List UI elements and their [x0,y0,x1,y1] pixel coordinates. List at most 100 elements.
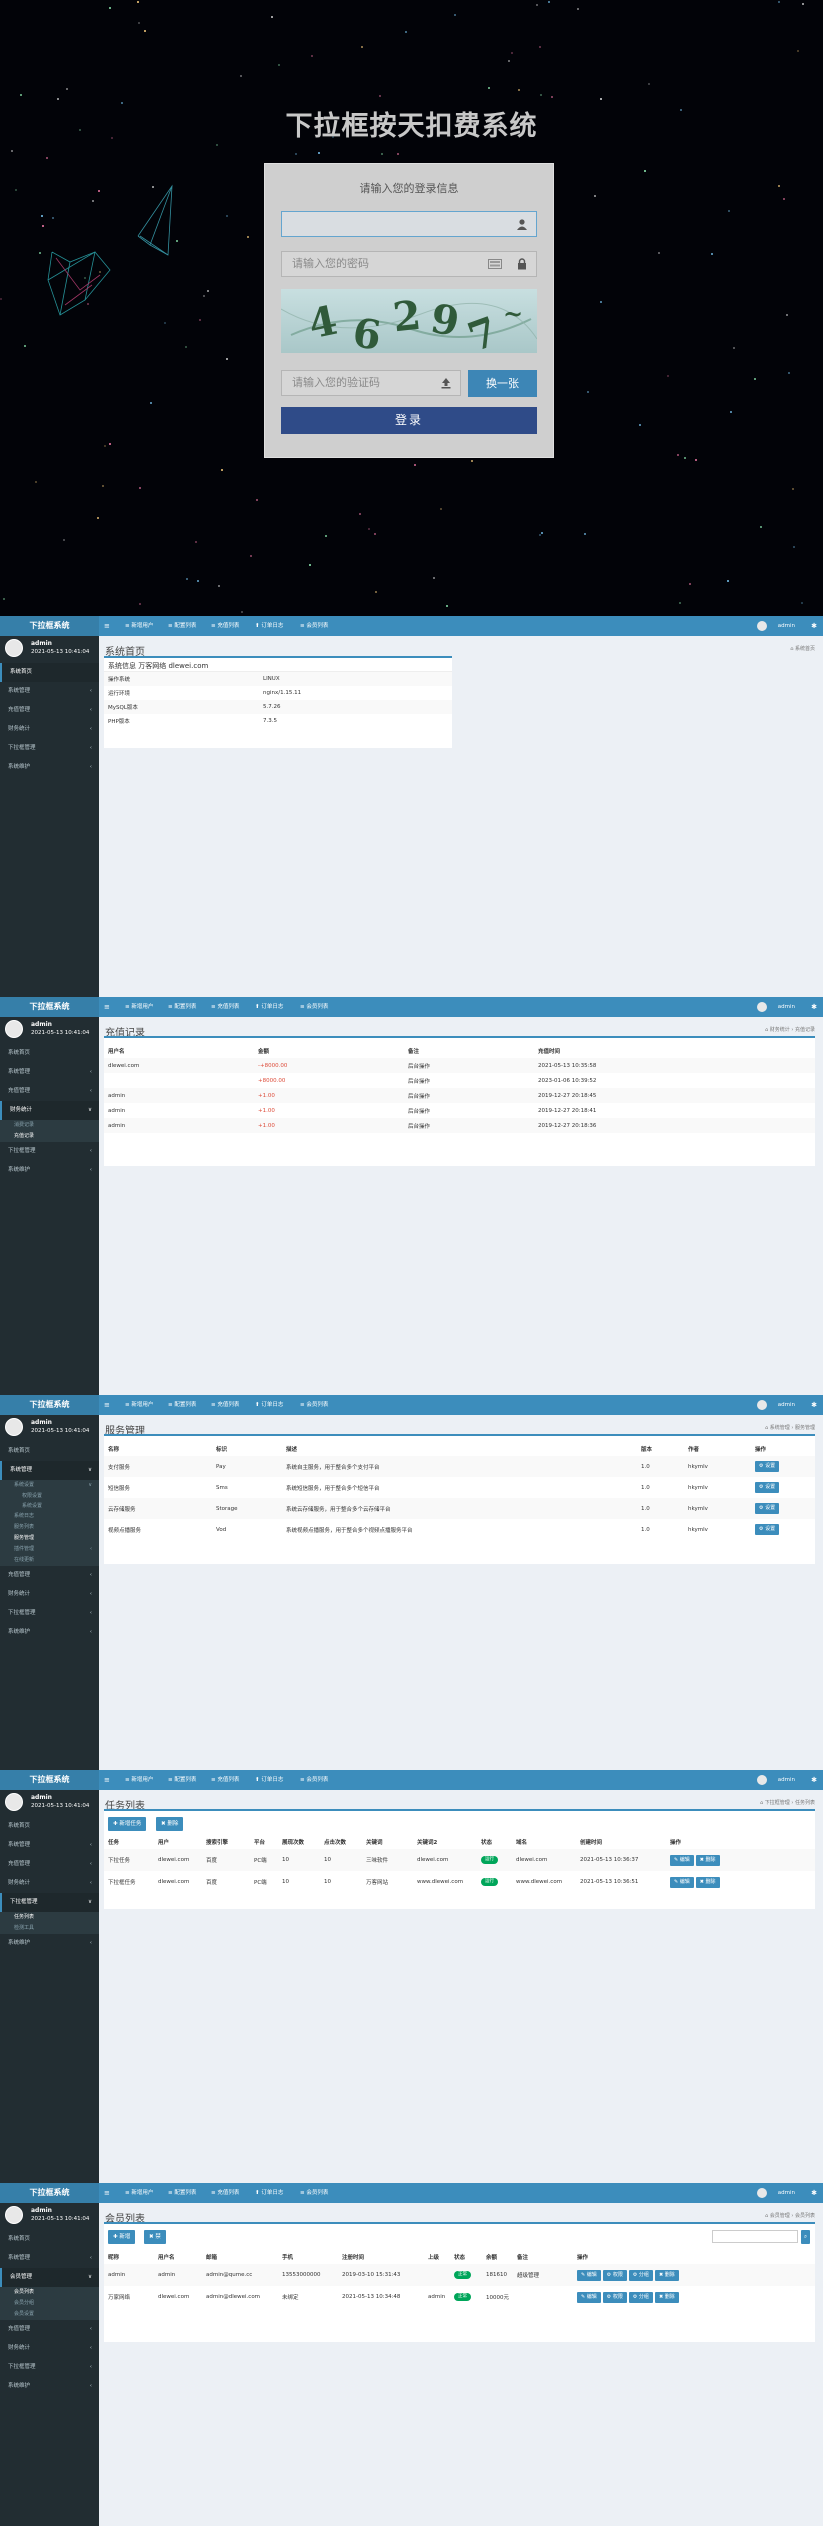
sidebar-item[interactable]: 系统首页 [0,2230,99,2249]
add-task-button[interactable]: ✚ 新增任务 [108,1817,147,1831]
settings-gear-icon[interactable]: ✱ [811,1770,817,1790]
member-op-button[interactable]: ⚙ 权限 [602,2291,627,2303]
sidebar-item[interactable]: 系统维护 ‹ [0,1161,99,1180]
sidebar-item[interactable]: 财务统计 ‹ [0,1585,99,1604]
nav-link[interactable]: ≡ 配置列表 [168,616,196,636]
nav-link[interactable]: ≡ 新增用户 [125,1770,153,1790]
sidebar-item[interactable]: 充值记录 [0,1131,99,1142]
sidebar-item[interactable]: 系统管理 ‹ [0,682,99,701]
top-username[interactable]: admin [778,1395,795,1415]
settings-gear-icon[interactable]: ✱ [811,616,817,636]
top-username[interactable]: admin [778,616,795,636]
nav-link[interactable]: ≡ 配置列表 [168,997,196,1017]
member-op-button[interactable]: ✎ 编辑 [577,2269,601,2281]
sidebar-item[interactable]: 会员分组 [0,2298,99,2309]
top-avatar[interactable] [757,1002,767,1012]
sidebar-item[interactable]: 下拉框管理 ‹ [0,1604,99,1623]
sidebar-item[interactable]: 任务列表 [0,1912,99,1923]
nav-link[interactable]: ≡ 会员列表 [300,2183,328,2203]
username-field[interactable] [281,211,537,237]
sidebar-item[interactable]: 下拉框管理 ∨ [0,1893,99,1912]
nav-link[interactable]: ≡ 充值列表 [211,1770,239,1790]
settings-gear-icon[interactable]: ✱ [811,2183,817,2203]
settings-button[interactable]: ⚙ 设置 [755,1524,780,1535]
sidebar-item[interactable]: 服务管理 [0,1533,99,1544]
delete-button[interactable]: ✖ 删除 [695,1854,720,1866]
menu-toggle-icon[interactable]: ≡ [104,616,110,636]
sidebar-item[interactable]: 系统维护 ‹ [0,2377,99,2396]
breadcrumb[interactable]: ⌂ 财务统计 › 充值记录 [765,1026,815,1033]
nav-link[interactable]: ⬆ 订单日志 [255,2183,283,2203]
nav-link[interactable]: ≡ 新增用户 [125,616,153,636]
settings-button[interactable]: ⚙ 设置 [755,1461,780,1472]
member-op-button[interactable]: ✖ 删除 [654,2269,679,2281]
sidebar-item[interactable]: 财务统计 ‹ [0,1874,99,1893]
sidebar-item[interactable]: 权限设置 [0,1491,99,1501]
brand-logo[interactable]: 下拉框系统 [0,1770,99,1790]
sidebar-item[interactable]: 下拉框管理 ‹ [0,1142,99,1161]
nav-link[interactable]: ⬆ 订单日志 [255,616,283,636]
delete-task-button[interactable]: ✖ 删除 [156,1817,184,1831]
sidebar-item[interactable]: 下拉框管理 ‹ [0,739,99,758]
nav-link[interactable]: ≡ 会员列表 [300,1770,328,1790]
sidebar-item[interactable]: 会员列表 [0,2287,99,2298]
settings-button[interactable]: ⚙ 设置 [755,1482,780,1493]
sidebar-item[interactable]: 会员设置 [0,2309,99,2320]
brand-logo[interactable]: 下拉框系统 [0,616,99,636]
sidebar-item[interactable]: 充值管理 ‹ [0,1082,99,1101]
captcha-image[interactable]: 4 6 2 9 7 ~ [281,289,537,353]
ban-member-button[interactable]: ✖ 禁 [144,2230,166,2244]
nav-link[interactable]: ≡ 新增用户 [125,997,153,1017]
menu-toggle-icon[interactable]: ≡ [104,997,110,1017]
sidebar-item[interactable]: 系统管理 ‹ [0,2249,99,2268]
brand-logo[interactable]: 下拉框系统 [0,2183,99,2203]
sidebar-item[interactable]: 系统日志 [0,1511,99,1522]
settings-button[interactable]: ⚙ 设置 [755,1503,780,1514]
top-avatar[interactable] [757,2188,767,2198]
top-username[interactable]: admin [778,2183,795,2203]
breadcrumb[interactable]: ⌂ 下拉框管理 › 任务列表 [760,1799,815,1806]
menu-toggle-icon[interactable]: ≡ [104,1770,110,1790]
member-op-button[interactable]: ⚙ 分组 [628,2269,653,2281]
sidebar-item[interactable]: 系统管理 ∨ [0,1461,99,1480]
sidebar-item[interactable]: 系统首页 [0,1817,99,1836]
nav-link[interactable]: ⬆ 订单日志 [255,1395,283,1415]
member-op-button[interactable]: ⚙ 分组 [628,2291,653,2303]
settings-gear-icon[interactable]: ✱ [811,1395,817,1415]
sidebar-item[interactable]: 检测工具 [0,1923,99,1934]
sidebar-item[interactable]: 消费记录 [0,1120,99,1131]
nav-link[interactable]: ≡ 充值列表 [211,2183,239,2203]
member-op-button[interactable]: ✎ 编辑 [577,2291,601,2303]
sidebar-item[interactable]: 下拉框管理 ‹ [0,2358,99,2377]
settings-gear-icon[interactable]: ✱ [811,997,817,1017]
menu-toggle-icon[interactable]: ≡ [104,1395,110,1415]
sidebar-item[interactable]: 系统设置 ∨ [0,1480,99,1491]
login-button[interactable]: 登录 [281,407,537,434]
member-op-button[interactable]: ⚙ 权限 [602,2269,627,2281]
add-member-button[interactable]: ✚ 新增 [108,2230,136,2244]
sidebar-item[interactable]: 充值管理 ‹ [0,1566,99,1585]
top-avatar[interactable] [757,621,767,631]
sidebar-item[interactable]: 财务统计 ‹ [0,720,99,739]
member-op-button[interactable]: ✖ 删除 [654,2291,679,2303]
nav-link[interactable]: ≡ 会员列表 [300,1395,328,1415]
captcha-field[interactable]: 请输入您的验证码 [281,370,461,396]
nav-link[interactable]: ≡ 会员列表 [300,997,328,1017]
sidebar-item[interactable]: 充值管理 ‹ [0,2320,99,2339]
nav-link[interactable]: ≡ 新增用户 [125,2183,153,2203]
nav-link[interactable]: ≡ 新增用户 [125,1395,153,1415]
search-button[interactable]: ⌕ [801,2230,811,2244]
nav-link[interactable]: ⬆ 订单日志 [255,1770,283,1790]
sidebar-item[interactable]: 插件管理 ‹ [0,1544,99,1555]
breadcrumb[interactable]: ⌂ 系统首页 [790,645,815,652]
sidebar-item[interactable]: 系统首页 [0,1044,99,1063]
breadcrumb[interactable]: ⌂ 系统管理 › 服务管理 [765,1424,815,1431]
sidebar-item[interactable]: 会员管理 ∨ [0,2268,99,2287]
nav-link[interactable]: ≡ 配置列表 [168,2183,196,2203]
nav-link[interactable]: ≡ 配置列表 [168,1395,196,1415]
password-field[interactable]: 请输入您的密码 [281,251,537,277]
nav-link[interactable]: ≡ 充值列表 [211,616,239,636]
breadcrumb[interactable]: ⌂ 会员管理 › 会员列表 [765,2212,815,2219]
top-username[interactable]: admin [778,997,795,1017]
sidebar-item[interactable]: 系统管理 ‹ [0,1836,99,1855]
